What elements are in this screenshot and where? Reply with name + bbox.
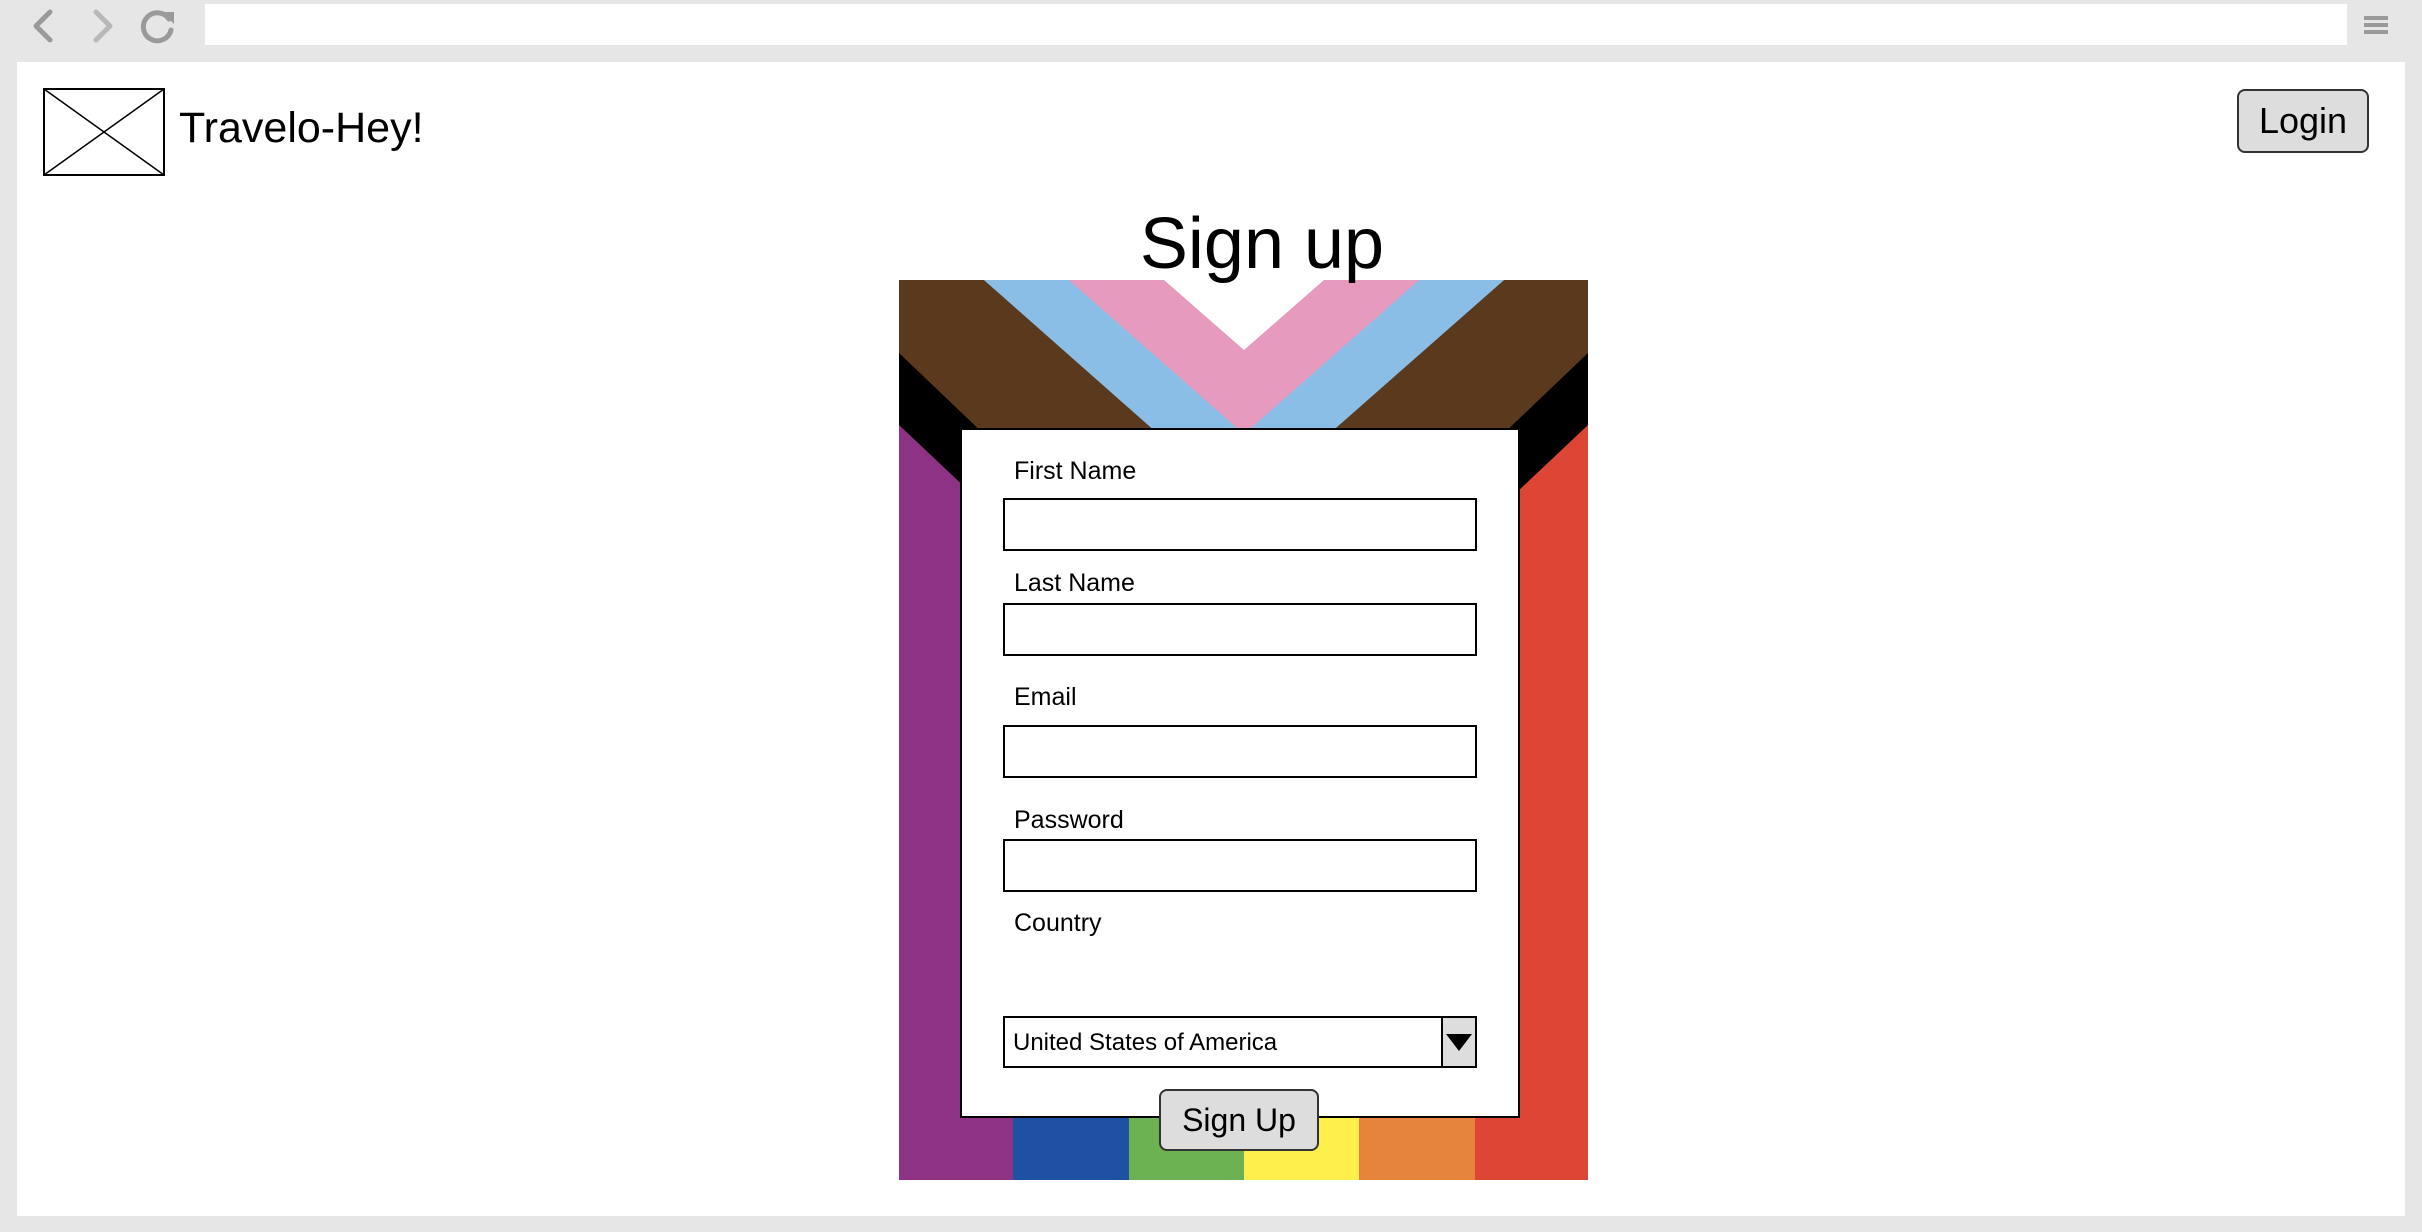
page-content: Travelo-Hey! Login Sign up First Name La…: [17, 62, 2405, 1216]
reload-icon: [140, 10, 174, 44]
forward-button[interactable]: [82, 6, 122, 46]
first-name-label: First Name: [1014, 457, 1137, 485]
password-label: Password: [1014, 806, 1124, 834]
chevron-left-icon: [33, 9, 53, 43]
email-label: Email: [1014, 683, 1077, 711]
signup-form: First Name Last Name Email Password Coun…: [960, 428, 1520, 1151]
country-label: Country: [1014, 909, 1102, 937]
last-name-label: Last Name: [1014, 569, 1135, 597]
last-name-field[interactable]: [1003, 603, 1477, 656]
reload-button[interactable]: [138, 6, 178, 46]
logo: [43, 88, 165, 176]
first-name-field[interactable]: [1003, 498, 1477, 551]
address-bar[interactable]: [205, 4, 2347, 45]
page-title: Sign up: [1139, 204, 1385, 284]
browser-menu-button[interactable]: [2361, 10, 2391, 40]
back-button[interactable]: [24, 6, 64, 46]
country-select[interactable]: United States of America: [1003, 1016, 1477, 1068]
sign-up-button[interactable]: Sign Up: [1159, 1089, 1319, 1151]
image-placeholder-icon: [43, 88, 165, 176]
chevron-right-icon: [93, 9, 113, 43]
browser-toolbar: [0, 0, 2422, 62]
brand-name: Travelo-Hey!: [179, 104, 424, 152]
triangle-down-icon: [1446, 1034, 1472, 1051]
password-field[interactable]: [1003, 839, 1477, 892]
email-field[interactable]: [1003, 725, 1477, 778]
hamburger-menu-icon: [2364, 16, 2388, 34]
country-select-value: United States of America: [1013, 1029, 1278, 1056]
login-button[interactable]: Login: [2237, 89, 2369, 153]
country-select-toggle[interactable]: [1441, 1018, 1475, 1066]
